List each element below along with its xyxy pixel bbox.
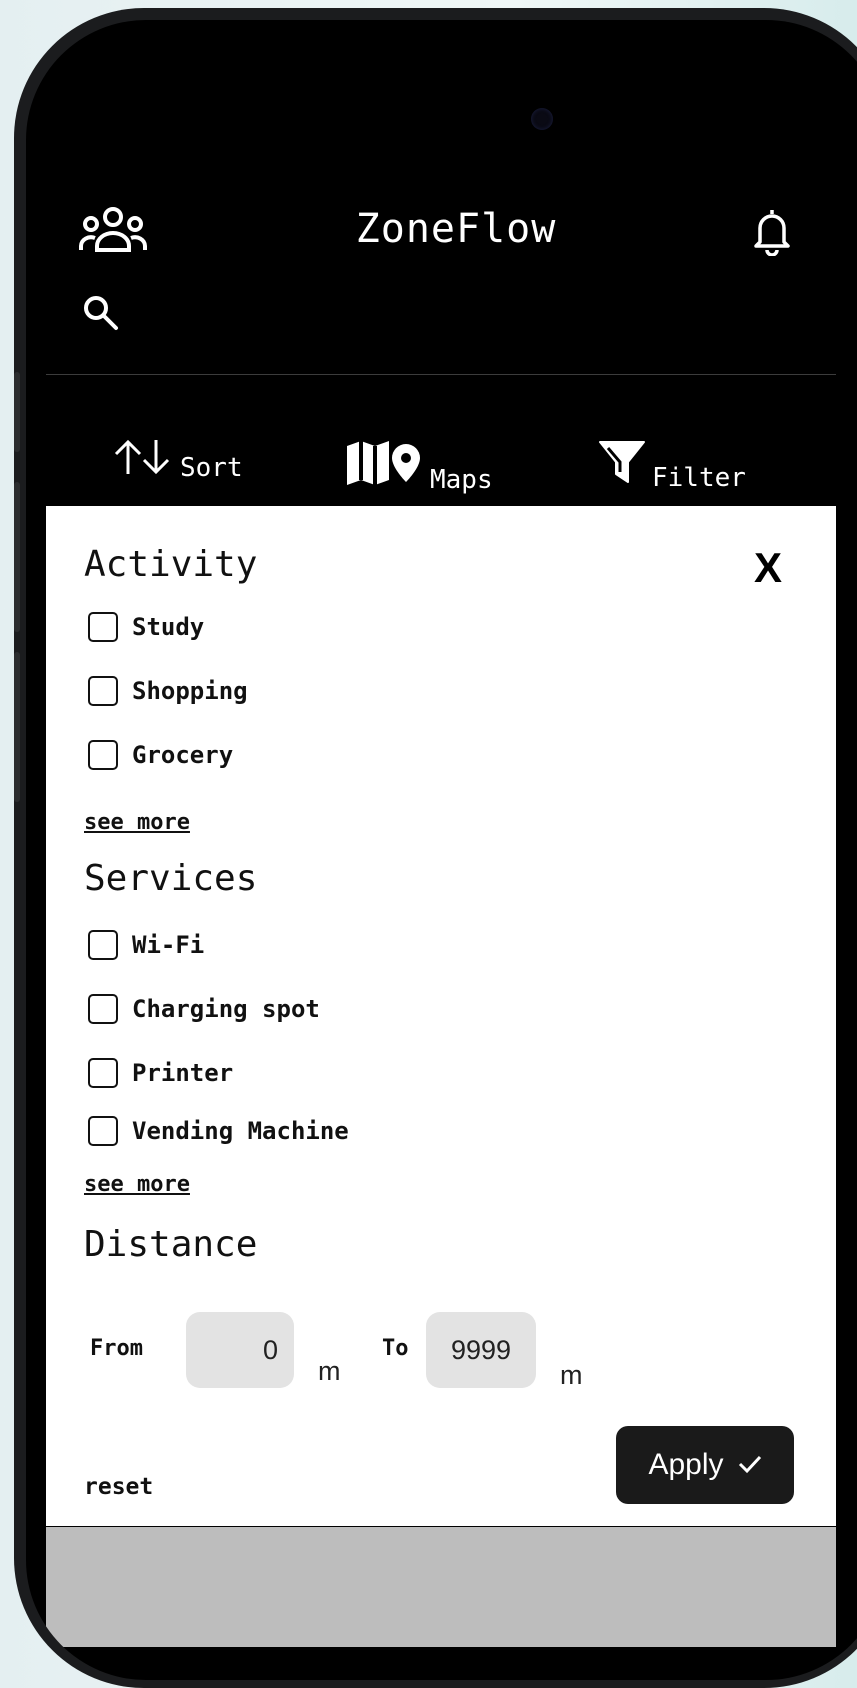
to-label: To <box>382 1336 409 1361</box>
activity-title: Activity <box>84 544 258 585</box>
checkbox[interactable] <box>88 740 118 770</box>
phone-side-button <box>14 482 20 632</box>
activity-option-study[interactable]: Study <box>88 612 204 642</box>
sort-button[interactable]: Sort <box>112 438 243 483</box>
bell-icon[interactable] <box>752 206 792 260</box>
from-distance-input[interactable] <box>186 1312 294 1388</box>
services-option-vending-machine[interactable]: Vending Machine <box>88 1116 349 1146</box>
checkmark-icon <box>738 1448 762 1482</box>
bottom-area <box>46 1527 836 1647</box>
distance-title: Distance <box>84 1224 258 1265</box>
checkbox[interactable] <box>88 612 118 642</box>
phone-side-button <box>14 652 20 802</box>
checkbox[interactable] <box>88 930 118 960</box>
checkbox[interactable] <box>88 676 118 706</box>
app-screen: ZoneFlow Sort Maps Filter Activity X Stu… <box>26 20 857 1680</box>
services-option-charging-spot[interactable]: Charging spot <box>88 994 320 1024</box>
services-option-wifi[interactable]: Wi-Fi <box>88 930 204 960</box>
option-label: Vending Machine <box>132 1117 349 1145</box>
option-label: Wi-Fi <box>132 931 205 959</box>
filter-funnel-icon <box>598 438 646 493</box>
reset-button[interactable]: reset <box>84 1474 153 1500</box>
option-label: Grocery <box>132 741 234 769</box>
activity-option-shopping[interactable]: Shopping <box>88 676 248 706</box>
checkbox[interactable] <box>88 1058 118 1088</box>
to-distance-input[interactable] <box>426 1312 536 1388</box>
map-pin-icon <box>344 438 424 495</box>
apply-label: Apply <box>648 1448 724 1481</box>
activity-see-more-link[interactable]: see more <box>84 810 190 835</box>
from-unit: m <box>318 1356 341 1386</box>
close-button[interactable]: X <box>754 544 782 592</box>
services-title: Services <box>84 858 258 899</box>
option-label: Study <box>132 613 205 641</box>
activity-option-grocery[interactable]: Grocery <box>88 740 233 770</box>
front-camera <box>531 108 553 130</box>
phone-side-button <box>14 372 20 452</box>
filter-label: Filter <box>652 463 746 493</box>
search-icon[interactable] <box>82 294 120 336</box>
from-label: From <box>90 1336 143 1361</box>
sort-arrows-icon <box>112 438 174 483</box>
services-option-printer[interactable]: Printer <box>88 1058 233 1088</box>
checkbox[interactable] <box>88 994 118 1024</box>
option-label: Charging spot <box>132 995 320 1023</box>
maps-button[interactable]: Maps <box>344 438 493 495</box>
header-divider <box>46 374 836 375</box>
checkbox[interactable] <box>88 1116 118 1146</box>
apply-button[interactable]: Apply <box>616 1426 794 1504</box>
sort-label: Sort <box>180 453 243 483</box>
option-label: Printer <box>132 1059 234 1087</box>
app-title: ZoneFlow <box>355 206 557 252</box>
option-label: Shopping <box>132 677 248 705</box>
services-see-more-link[interactable]: see more <box>84 1172 190 1197</box>
filter-panel: Activity X Study Shopping Grocery see mo… <box>46 506 836 1526</box>
filter-button[interactable]: Filter <box>598 438 746 493</box>
maps-label: Maps <box>430 465 493 495</box>
to-unit: m <box>560 1360 583 1390</box>
